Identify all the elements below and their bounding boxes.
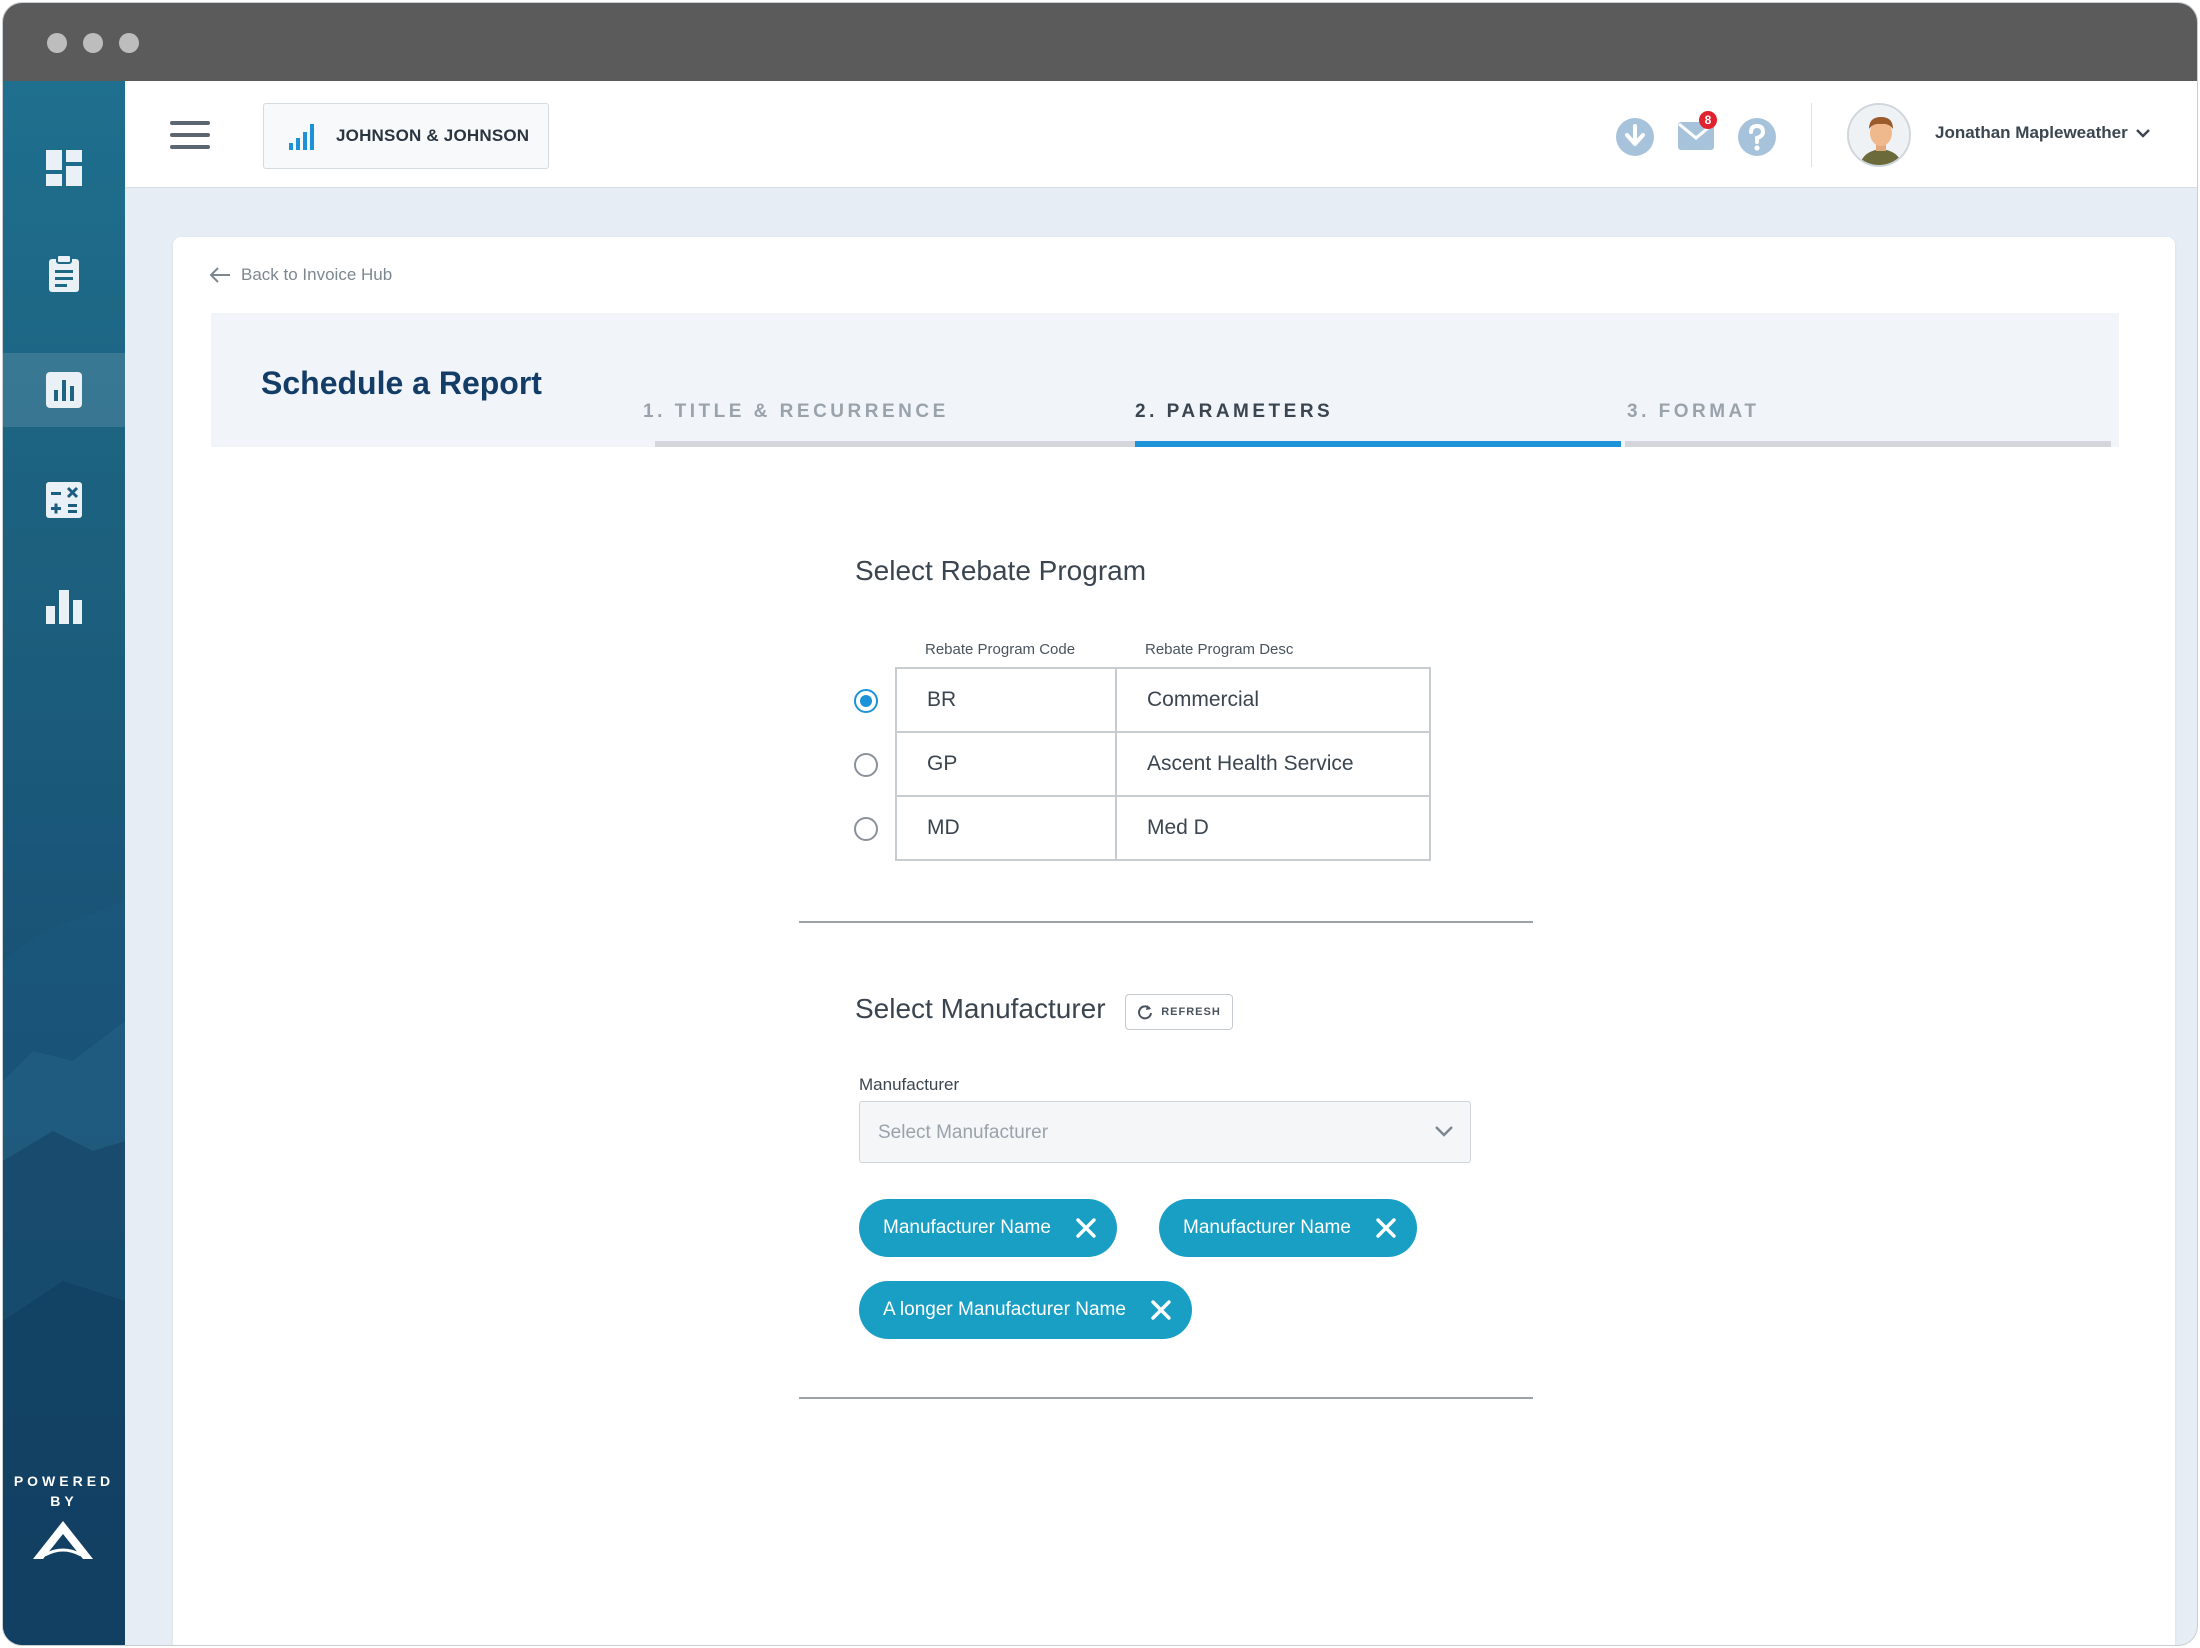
download-icon xyxy=(1616,118,1654,156)
window-minimize-dot[interactable] xyxy=(83,33,103,53)
hamburger-line xyxy=(170,133,210,137)
sidebar-item-clipboard[interactable] xyxy=(3,237,125,311)
sidebar-item-dashboard[interactable] xyxy=(3,131,125,205)
rebate-radio-gp[interactable] xyxy=(854,753,878,777)
tab-format[interactable]: 3. FORMAT xyxy=(1627,401,1759,423)
chip-label: Manufacturer Name xyxy=(883,1217,1051,1238)
bar-chart-icon xyxy=(46,590,82,624)
close-icon xyxy=(1151,1300,1171,1320)
client-selector[interactable]: JOHNSON & JOHNSON xyxy=(263,103,549,169)
rebate-radio-br[interactable] xyxy=(854,689,878,713)
page-title: Schedule a Report xyxy=(261,365,542,401)
tab-title-recurrence[interactable]: 1. TITLE & RECURRENCE xyxy=(643,401,949,423)
step-progress-bar xyxy=(655,441,1135,447)
calculator-icon xyxy=(46,482,82,518)
user-name[interactable]: Jonathan Mapleweather xyxy=(1935,123,2128,143)
sidebar-item-reports[interactable] xyxy=(3,353,125,427)
column-header-code: Rebate Program Code xyxy=(925,641,1076,658)
chevron-down-icon xyxy=(2136,129,2150,138)
window-zoom-dot[interactable] xyxy=(119,33,139,53)
refresh-button[interactable]: REFRESH xyxy=(1125,994,1233,1030)
manufacturer-field-label: Manufacturer xyxy=(859,1075,960,1094)
wizard-header: Schedule a Report 1. TITLE & RECURRENCE … xyxy=(211,313,2119,447)
help-icon xyxy=(1738,118,1776,156)
chip-remove-button[interactable] xyxy=(1375,1217,1397,1239)
rebate-desc-cell: Commercial xyxy=(1115,667,1431,733)
table-row[interactable]: GP Ascent Health Service xyxy=(895,731,1431,797)
rebate-desc-cell: Med D xyxy=(1115,795,1431,861)
section-divider xyxy=(799,921,1533,923)
rebate-program-table: BR Commercial GP Ascent Health Service M… xyxy=(895,667,1431,861)
arrow-left-icon xyxy=(209,267,230,283)
hamburger-line xyxy=(170,121,210,125)
table-row[interactable]: BR Commercial xyxy=(895,667,1431,733)
close-icon xyxy=(1076,1218,1096,1238)
dashboard-icon xyxy=(46,150,82,186)
manufacturer-heading: Select Manufacturer xyxy=(855,993,1106,1024)
section-divider xyxy=(799,1397,1533,1399)
refresh-label: REFRESH xyxy=(1161,1006,1221,1018)
chip-remove-button[interactable] xyxy=(1075,1217,1097,1239)
sidebar-item-calculator[interactable] xyxy=(3,463,125,537)
manufacturer-chip: Manufacturer Name xyxy=(859,1199,1117,1257)
rebate-code-cell: BR xyxy=(895,667,1117,733)
report-chart-icon xyxy=(46,372,82,408)
chip-label: Manufacturer Name xyxy=(1183,1217,1351,1238)
manufacturer-chip: Manufacturer Name xyxy=(1159,1199,1417,1257)
rebate-code-cell: MD xyxy=(895,795,1117,861)
manufacturer-chip: A longer Manufacturer Name xyxy=(859,1281,1192,1339)
back-link-label: Back to Invoice Hub xyxy=(241,265,393,284)
clipboard-icon xyxy=(49,254,79,292)
main-card: Back to Invoice Hub Schedule a Report 1.… xyxy=(173,237,2175,1645)
rebate-code-cell: GP xyxy=(895,731,1117,797)
manufacturer-select[interactable]: Select Manufacturer xyxy=(859,1101,1471,1163)
user-menu-toggle[interactable] xyxy=(2135,125,2151,146)
avatar[interactable] xyxy=(1847,103,1911,167)
rebate-radio-md[interactable] xyxy=(854,817,878,841)
refresh-icon xyxy=(1138,1005,1153,1020)
step-progress-bar xyxy=(1625,441,2111,447)
signal-bars-icon xyxy=(289,124,314,150)
close-icon xyxy=(1376,1218,1396,1238)
back-to-invoice-hub-link[interactable]: Back to Invoice Hub xyxy=(209,265,392,285)
chip-remove-button[interactable] xyxy=(1150,1299,1172,1321)
sidebar-item-analytics[interactable] xyxy=(3,569,125,643)
header-separator xyxy=(1811,103,1812,167)
tab-parameters[interactable]: 2. PARAMETERS xyxy=(1135,401,1333,423)
download-button[interactable] xyxy=(1615,117,1655,162)
rebate-desc-cell: Ascent Health Service xyxy=(1115,731,1431,797)
notification-badge: 8 xyxy=(1699,111,1717,129)
window-titlebar xyxy=(3,3,2197,81)
user-avatar-icon xyxy=(1849,105,1909,165)
help-button[interactable] xyxy=(1737,117,1777,162)
table-row[interactable]: MD Med D xyxy=(895,795,1431,861)
sidebar: POWERED BY xyxy=(3,81,125,1645)
window-close-dot[interactable] xyxy=(47,33,67,53)
rebate-program-heading: Select Rebate Program xyxy=(855,555,1147,586)
ascent-logo xyxy=(23,1519,103,1584)
chip-label: A longer Manufacturer Name xyxy=(883,1299,1126,1320)
step-progress-bar-active xyxy=(1135,441,1621,447)
top-header: JOHNSON & JOHNSON 8 Jonathan Mapleweathe… xyxy=(125,81,2197,188)
menu-toggle-button[interactable] xyxy=(170,121,210,149)
manufacturer-select-placeholder: Select Manufacturer xyxy=(878,1122,1049,1143)
column-header-desc: Rebate Program Desc xyxy=(1145,641,1294,658)
powered-by-label: POWERED BY xyxy=(13,1473,115,1509)
browser-window: POWERED BY JOHNSON & JOHNSON 8 Jonathan … xyxy=(2,2,2198,1646)
ascent-logo-icon xyxy=(33,1521,93,1559)
hamburger-line xyxy=(170,145,210,149)
chevron-down-icon xyxy=(1435,1126,1453,1137)
client-name: JOHNSON & JOHNSON xyxy=(336,126,530,145)
